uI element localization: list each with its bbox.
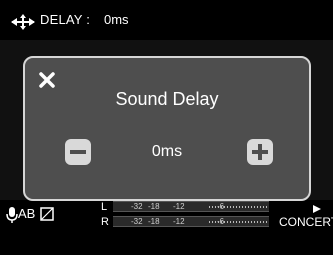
meter-tick: -18 [148, 202, 160, 211]
meter-dots [209, 221, 267, 223]
meter-tick: -32 [131, 217, 143, 226]
meter-tick: -12 [173, 217, 185, 226]
delay-label: DELAY : [40, 12, 91, 27]
meter-tick: -12 [173, 202, 185, 211]
close-icon[interactable] [38, 71, 56, 89]
square-icon [40, 207, 54, 221]
meter-channel-left-label: L [101, 201, 108, 213]
scene-mode-label: CONCERT [279, 215, 333, 229]
meter-tick: -32 [131, 202, 143, 211]
meter-dots [209, 206, 267, 208]
audio-level-meter: L -32 -18 -12 -6 R -32 -18 -12 -6 [101, 199, 273, 233]
play-icon [313, 205, 321, 213]
meter-channel-right-label: R [101, 216, 109, 228]
microphone-icon [6, 207, 18, 223]
left-right-arrows-icon [11, 14, 35, 30]
status-bar: DELAY : 0ms [0, 0, 333, 40]
plus-icon-vertical [258, 144, 262, 160]
dialog-title: Sound Delay [115, 89, 219, 109]
meter-bar-right: -32 -18 -12 -6 [113, 216, 269, 227]
meter-tick: -18 [148, 217, 160, 226]
delay-value: 0ms [104, 12, 129, 27]
sound-delay-dialog: Sound Delay 0ms [23, 56, 311, 201]
meter-bar-left: -32 -18 -12 -6 [113, 201, 269, 212]
increase-delay-button[interactable] [247, 139, 273, 165]
ab-label: AB [18, 206, 36, 221]
camera-screen: DELAY : 0ms Sound Delay 0ms AB L -32 -18… [0, 0, 333, 255]
